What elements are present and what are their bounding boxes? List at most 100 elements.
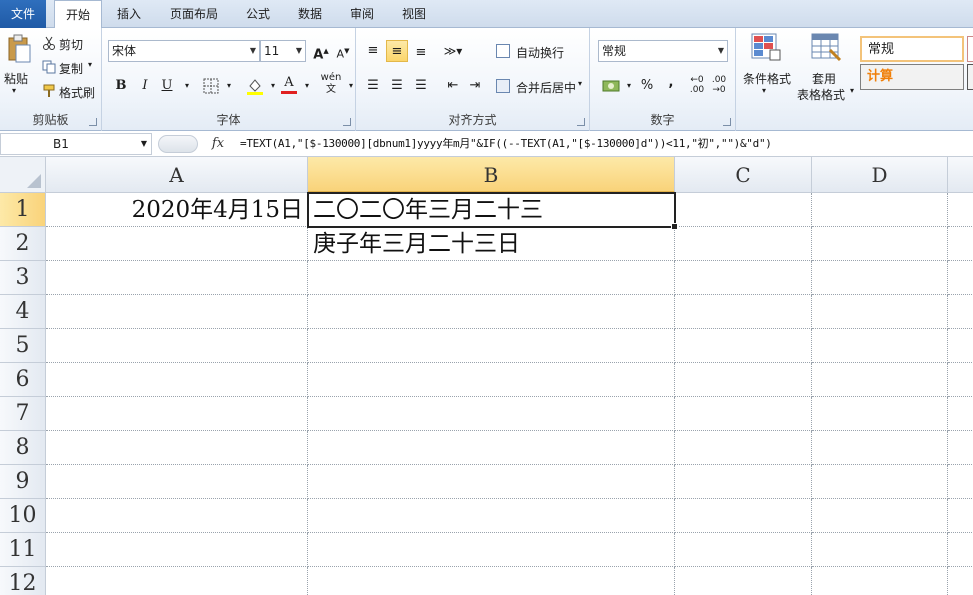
font-color-dropdown-icon[interactable]: ▾ [296, 75, 318, 97]
tab-home[interactable]: 开始 [54, 0, 102, 29]
cell-d10[interactable] [812, 499, 948, 533]
style-calculation[interactable]: 计算 [860, 64, 964, 90]
cell-a12[interactable] [46, 567, 308, 595]
column-header-d[interactable]: D [812, 157, 948, 193]
paste-button-label[interactable]: 粘贴 [4, 70, 28, 87]
cell-c3[interactable] [675, 261, 812, 295]
format-painter-icon[interactable] [42, 84, 56, 98]
cell-d12[interactable] [812, 567, 948, 595]
cell-c9[interactable] [675, 465, 812, 499]
number-format-select[interactable]: 常规 ▼ [598, 40, 728, 62]
cell-a11[interactable] [46, 533, 308, 567]
cell-b7[interactable] [308, 397, 675, 431]
cell-c8[interactable] [675, 431, 812, 465]
conditional-formatting-icon[interactable] [750, 32, 782, 62]
italic-button[interactable]: I [134, 75, 156, 97]
scissors-icon[interactable] [42, 36, 56, 50]
cell-d6[interactable] [812, 363, 948, 397]
cell-e3[interactable] [948, 261, 973, 295]
column-header-b[interactable]: B [308, 157, 675, 193]
cell-c6[interactable] [675, 363, 812, 397]
cell-b2[interactable]: 庚子年三月二十三日 [308, 227, 675, 261]
paste-icon[interactable] [6, 34, 32, 64]
row-header-10[interactable]: 10 [0, 499, 46, 533]
number-launcher-icon[interactable] [723, 118, 731, 126]
cell-a8[interactable] [46, 431, 308, 465]
cell-e8[interactable] [948, 431, 973, 465]
cell-e9[interactable] [948, 465, 973, 499]
cell-b5[interactable] [308, 329, 675, 363]
cell-a7[interactable] [46, 397, 308, 431]
alignment-launcher-icon[interactable] [577, 118, 585, 126]
cell-a10[interactable] [46, 499, 308, 533]
cell-a4[interactable] [46, 295, 308, 329]
style-normal[interactable]: 常规 [860, 36, 964, 62]
column-header-c[interactable]: C [675, 157, 812, 193]
tab-formulas[interactable]: 公式 [236, 0, 280, 28]
cell-e4[interactable] [948, 295, 973, 329]
grow-font-icon[interactable]: A▲ [310, 40, 332, 62]
format-as-table-label-1[interactable]: 套用 [812, 70, 836, 87]
paste-dropdown-icon[interactable]: ▾ [12, 86, 16, 95]
shrink-font-icon[interactable]: A▼ [332, 40, 354, 62]
cell-b9[interactable] [308, 465, 675, 499]
row-header-11[interactable]: 11 [0, 533, 46, 567]
row-header-7[interactable]: 7 [0, 397, 46, 431]
insert-function-icon[interactable]: fx [206, 133, 230, 155]
cell-b11[interactable] [308, 533, 675, 567]
cell-c5[interactable] [675, 329, 812, 363]
cell-c1[interactable] [675, 193, 812, 227]
cell-b4[interactable] [308, 295, 675, 329]
tab-insert[interactable]: 插入 [106, 0, 152, 28]
cell-c12[interactable] [675, 567, 812, 595]
underline-dropdown-icon[interactable]: ▾ [176, 75, 198, 97]
cell-c7[interactable] [675, 397, 812, 431]
merge-dropdown-icon[interactable]: ▾ [578, 79, 582, 88]
row-header-12[interactable]: 12 [0, 567, 46, 595]
copy-dropdown-icon[interactable]: ▾ [88, 60, 92, 69]
cell-a3[interactable] [46, 261, 308, 295]
wrap-text-button[interactable]: 自动换行 [516, 44, 564, 61]
cell-b10[interactable] [308, 499, 675, 533]
cell-d11[interactable] [812, 533, 948, 567]
cell-d9[interactable] [812, 465, 948, 499]
cell-d7[interactable] [812, 397, 948, 431]
wrap-text-icon[interactable] [496, 44, 510, 58]
font-launcher-icon[interactable] [343, 118, 351, 126]
column-header-a[interactable]: A [46, 157, 308, 193]
align-top-icon[interactable]: ≡ [362, 40, 384, 62]
align-center-icon[interactable]: ☰ [386, 75, 408, 97]
cell-b12[interactable] [308, 567, 675, 595]
copy-icon[interactable] [42, 60, 56, 74]
tab-data[interactable]: 数据 [288, 0, 332, 28]
style-next-swatch[interactable] [967, 36, 973, 62]
style-next-swatch-2[interactable] [967, 64, 973, 90]
cell-a2[interactable] [46, 227, 308, 261]
cell-a1[interactable]: 2020年4月15日 [46, 193, 308, 227]
row-header-8[interactable]: 8 [0, 431, 46, 465]
cell-e7[interactable] [948, 397, 973, 431]
formula-bar-splitter[interactable] [158, 135, 198, 153]
cell-b8[interactable] [308, 431, 675, 465]
tab-page-layout[interactable]: 页面布局 [160, 0, 228, 28]
formula-input[interactable]: =TEXT(A1,"[$-130000][dbnum1]yyyy年m月"&IF(… [240, 133, 772, 155]
cell-e6[interactable] [948, 363, 973, 397]
cell-d4[interactable] [812, 295, 948, 329]
merge-center-icon[interactable] [496, 79, 510, 93]
cell-a9[interactable] [46, 465, 308, 499]
cell-e12[interactable] [948, 567, 973, 595]
row-header-9[interactable]: 9 [0, 465, 46, 499]
align-middle-icon[interactable]: ≡ [386, 40, 408, 62]
table-format-dropdown-icon[interactable]: ▾ [850, 86, 854, 95]
format-painter-button[interactable]: 格式刷 [59, 84, 95, 101]
cell-e10[interactable] [948, 499, 973, 533]
cell-d2[interactable] [812, 227, 948, 261]
align-left-icon[interactable]: ☰ [362, 75, 384, 97]
format-as-table-label-2[interactable]: 表格格式 [797, 86, 845, 103]
copy-button[interactable]: 复制 [59, 60, 83, 77]
percent-button[interactable]: % [636, 75, 658, 97]
cell-d3[interactable] [812, 261, 948, 295]
merge-center-button[interactable]: 合并后居中 [516, 79, 576, 96]
cell-d8[interactable] [812, 431, 948, 465]
column-header-e[interactable] [948, 157, 973, 193]
